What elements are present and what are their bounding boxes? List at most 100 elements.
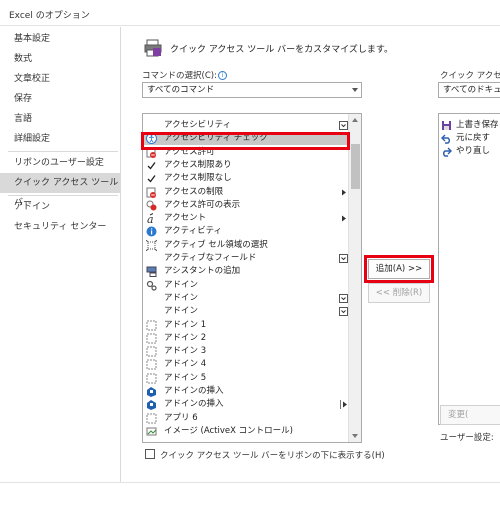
command-list-item[interactable]: アクセス制限あり [143,159,348,172]
sidebar-item-addins[interactable]: アドイン [0,197,120,217]
addin-box-icon [146,346,157,357]
remove-button[interactable]: << 削除(R) [368,283,430,303]
save-icon [441,120,452,131]
command-label: アドイン 4 [164,359,207,370]
command-label: アクセス許可の表示 [164,199,241,210]
dialog-footer [0,482,500,509]
modify-button[interactable]: 変更( [440,405,500,425]
command-list-item[interactable]: アドイン [143,292,348,305]
show-below-ribbon-label[interactable]: クイック アクセス ツール バーをリボンの下に表示する(H) [160,449,385,461]
command-label: アクセシビリティ [164,120,232,130]
command-label: アクセス許可 [164,146,215,157]
command-list-item[interactable]: アドイン 4 [143,358,348,371]
command-label: アシスタントの追加 [164,266,241,277]
sidebar-item-proofing[interactable]: 文章校正 [0,69,120,89]
info-icon [146,226,157,237]
qat-scope-select[interactable]: すべてのドキュメント [438,82,500,98]
command-label: アドイン 1 [164,319,207,330]
sidebar-divider [8,151,118,152]
command-list-item[interactable]: アドイン 1 [143,319,348,332]
check-icon [146,173,157,184]
insert-addin-icon [146,386,157,397]
dropdown-indicator-icon [339,121,348,130]
scroll-up-icon[interactable] [352,118,358,122]
command-list-item[interactable]: アプリ 6 [143,412,348,425]
window-title: Excel のオプション [9,11,90,21]
command-label: アクティビティ [164,226,223,237]
commands-label-text: コマンドの選択(C): [142,71,217,81]
check-icon [146,160,157,171]
command-list-item[interactable]: アクセスの制限 [143,186,348,199]
sidebar: 基本設定 数式 文章校正 保存 言語 詳細設定 リボンのユーザー設定 クイック … [0,27,121,482]
commands-select-value: すべてのコマンド [147,85,215,95]
command-list-item[interactable]: イメージ (ActiveX コントロール) [143,425,348,438]
sidebar-item-formulas[interactable]: 数式 [0,49,120,69]
commands-select[interactable]: すべてのコマンド [142,82,362,98]
addin-box-icon [146,373,157,384]
addin-box-icon [146,359,157,370]
command-label: アドイン 3 [164,346,207,357]
page-heading: クイック アクセス ツール バーをカスタマイズします。 [170,45,393,55]
scroll-down-icon[interactable] [352,434,358,438]
command-list-item[interactable]: アドインの挿入 [143,385,348,398]
command-list-item[interactable]: アドイン 3 [143,345,348,358]
command-list-item[interactable]: a アクセント [143,212,348,226]
command-list-item[interactable]: アクセシビリティ チェック [143,132,348,146]
qat-scope-value: すべてのドキュメント [443,85,500,95]
sidebar-item-general[interactable]: 基本設定 [0,29,120,49]
command-label: アクセント [164,213,207,224]
qat-item-label: やり直し [456,146,491,156]
dropdown-indicator-icon [339,293,348,303]
command-list-item[interactable]: アクセシビリティ [143,119,348,132]
info-icon[interactable]: i [217,71,227,80]
command-label: アドイン 5 [164,372,207,383]
qat-list-item[interactable]: 元に戻す [439,132,500,145]
command-list-item[interactable]: アドイン 2 [143,332,348,345]
none-icon [146,293,157,304]
dropdown-indicator-icon [339,307,348,317]
qat-list-item[interactable]: 上書き保存 [439,119,500,132]
command-list-item[interactable]: アクセス許可 [143,146,348,159]
command-label: アドイン 2 [164,332,207,343]
command-list-item[interactable]: アクセス許可の表示 [143,199,348,212]
qat-scope-label: クイック アクセス ツ [440,71,500,81]
add-button[interactable]: 追加(A) >> [368,259,430,279]
undo-icon [441,133,452,144]
addin-gear-icon [146,280,157,291]
sidebar-item-save[interactable]: 保存 [0,89,120,109]
command-label: アドイン [164,306,199,317]
redo-icon [441,146,452,157]
command-list-item[interactable]: アクティブ セル領域の選択 [143,239,348,252]
split-button-icon [339,400,348,410]
qat-list-item[interactable]: やり直し [439,145,500,158]
command-list-item[interactable]: アクセス制限なし [143,172,348,185]
sidebar-item-quick-access-toolbar[interactable]: クイック アクセス ツール バー [0,173,120,208]
command-label: アプリ 6 [164,412,198,423]
command-list-item[interactable]: アドイン [143,279,348,292]
command-label: アドインの挿入 [164,399,224,410]
command-list-item[interactable]: アクティビティ [143,225,348,238]
sidebar-item-customize-ribbon[interactable]: リボンのユーザー設定 [0,153,120,173]
accessibility-check-icon [146,133,157,145]
select-region-icon [145,239,158,252]
command-list-item[interactable]: アシスタントの追加 [143,265,348,278]
sidebar-item-language[interactable]: 言語 [0,109,120,129]
qat-list[interactable]: 上書き保存元に戻す やり直し [438,113,500,425]
commands-list[interactable]: イメージ (ActiveX コントロール) アプリ 6 アドインの挿入 アドインの挿入… [142,113,362,443]
command-list-item[interactable]: アクティブなフィールド [143,252,348,265]
command-list-item[interactable]: アドイン 5 [143,372,348,385]
scroll-thumb[interactable] [351,144,360,189]
command-label: アクセス制限あり [164,159,232,170]
image-control-icon [146,426,157,437]
qat-item-label: 上書き保存 [456,120,499,130]
show-below-ribbon-checkbox[interactable] [145,449,155,459]
command-list-item[interactable]: アドイン [143,305,348,318]
command-list-item[interactable]: アドインの挿入 [143,398,348,411]
sidebar-item-advanced[interactable]: 詳細設定 [0,129,120,149]
none-icon [146,120,157,131]
permission-icon [146,147,157,158]
commands-scrollbar[interactable] [348,114,361,442]
none-icon [146,306,157,317]
sidebar-item-trust-center[interactable]: セキュリティ センター [0,217,120,237]
insert-addin-icon [146,399,157,411]
